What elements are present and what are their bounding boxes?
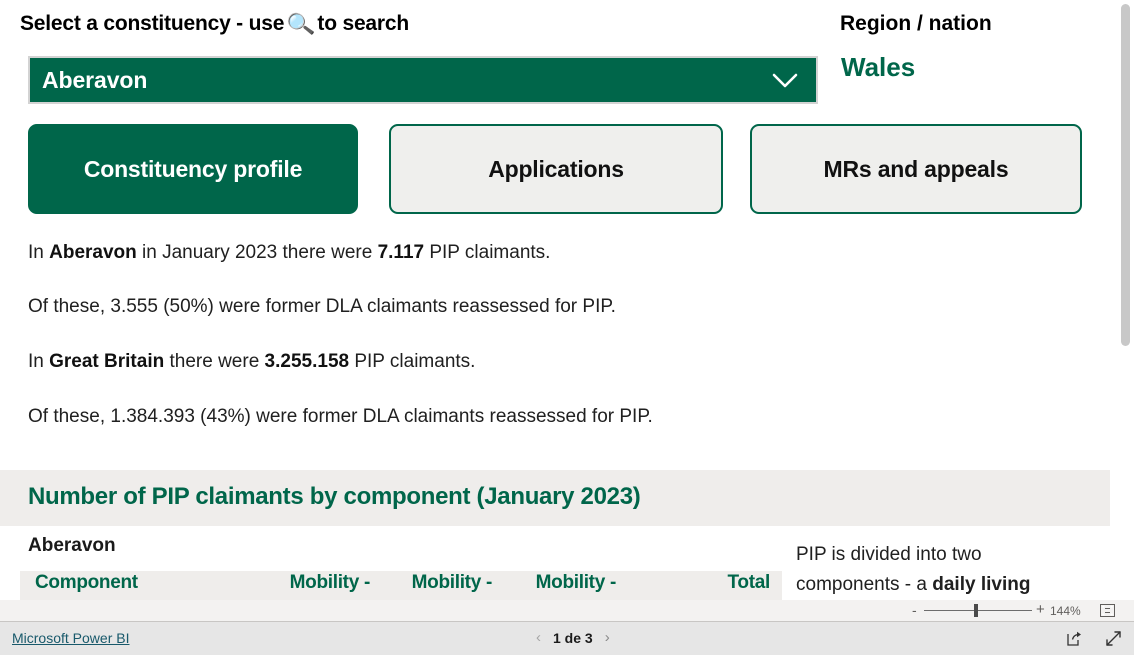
zoom-bar: - + 144% [0,600,1134,622]
visual-title: Number of PIP claimants by component (Ja… [28,483,641,510]
pip-components-explainer: PIP is divided into two components - a d… [796,540,1096,600]
fullscreen-icon[interactable] [1105,630,1122,647]
report-footer: Microsoft Power BI ‹ 1 de 3 › [0,622,1134,655]
zoom-slider-thumb[interactable] [974,604,978,617]
microsoft-power-bi-link[interactable]: Microsoft Power BI [12,630,129,646]
tab-applications-label: Applications [488,155,624,182]
narrative-paragraph-3: In Great Britain there were 3.255.158 PI… [28,352,1028,371]
column-header-component[interactable]: Component [35,572,138,594]
constituency-selector-label: Select a constituency - use🔍to search [20,10,409,39]
narrative-1-tail: PIP claimants. [424,242,551,263]
column-header-mobility-1[interactable]: Mobility - [250,572,371,594]
tab-mrs-and-appeals-label: MRs and appeals [823,155,1009,182]
page-indicator: 1 de 3 [553,629,593,646]
narrative-3-tail: PIP claimants. [349,351,476,372]
narrative-3-claimants: 3.255.158 [264,351,350,372]
selector-label-text-after: to search [317,12,409,35]
narrative-3-mid: there were [164,351,265,372]
table-caption: Aberavon [28,535,116,556]
narrative-1-constituency: Aberavon [49,242,137,263]
magnifying-glass-icon: 🔍 [285,10,316,39]
narrative-paragraph-2: Of these, 3.555 (50%) were former DLA cl… [28,296,616,317]
narrative-1-claimants: 7.117 [377,242,425,263]
zoom-out-button[interactable]: - [912,603,917,617]
explainer-line-2-bold: daily living [932,574,1031,595]
narrative-3-lead: In [28,351,50,372]
table-header-row: Component Mobility - Mobility - Mobility… [20,571,782,600]
page-navigation: ‹ 1 de 3 › [536,629,610,646]
zoom-percentage-label: 144% [1050,604,1081,618]
chevron-down-icon[interactable] [772,71,798,91]
power-bi-report-viewer: Select a constituency - use🔍to search Ab… [0,0,1134,655]
column-header-mobility-3[interactable]: Mobility - [496,572,617,594]
region-nation-value: Wales [841,52,916,82]
selector-label-text-before: Select a constituency - use [20,12,285,35]
zoom-slider-track[interactable] [924,610,1032,611]
explainer-line-1: PIP is divided into two [796,544,982,565]
region-nation-label: Region / nation [840,12,992,35]
narrative-paragraph-1: In Aberavon in January 2023 there were 7… [28,243,1028,262]
tab-constituency-profile[interactable]: Constituency profile [28,124,358,214]
narrative-3-area: Great Britain [49,351,165,372]
report-canvas: Select a constituency - use🔍to search Ab… [0,0,1134,600]
report-vertical-scrollbar-thumb[interactable] [1121,4,1130,346]
report-vertical-scrollbar[interactable] [1117,0,1134,600]
pip-claimants-table: Aberavon Component Mobility - Mobility -… [0,526,782,600]
share-icon[interactable] [1066,630,1083,647]
explainer-line-2-lead: components - a [796,574,933,595]
constituency-dropdown[interactable]: Aberavon [28,56,818,104]
constituency-selected-value: Aberavon [42,67,148,93]
column-header-total[interactable]: Total [620,572,771,594]
chevron-left-icon[interactable]: ‹ [536,629,541,646]
tab-constituency-profile-label: Constituency profile [83,155,303,182]
tab-applications[interactable]: Applications [389,124,723,214]
narrative-paragraph-4: Of these, 1.384.393 (43%) were former DL… [28,406,653,427]
fit-to-page-icon[interactable] [1100,604,1115,617]
narrative-1-lead: In [28,242,50,263]
footer-action-icons [1066,630,1122,647]
zoom-in-button[interactable]: + [1036,602,1045,617]
tab-mrs-and-appeals[interactable]: MRs and appeals [750,124,1082,214]
chevron-right-icon[interactable]: › [605,629,610,646]
column-header-mobility-2[interactable]: Mobility - [372,572,493,594]
narrative-1-mid: in January 2023 there were [136,242,378,263]
visual-title-band: Number of PIP claimants by component (Ja… [0,470,1110,526]
